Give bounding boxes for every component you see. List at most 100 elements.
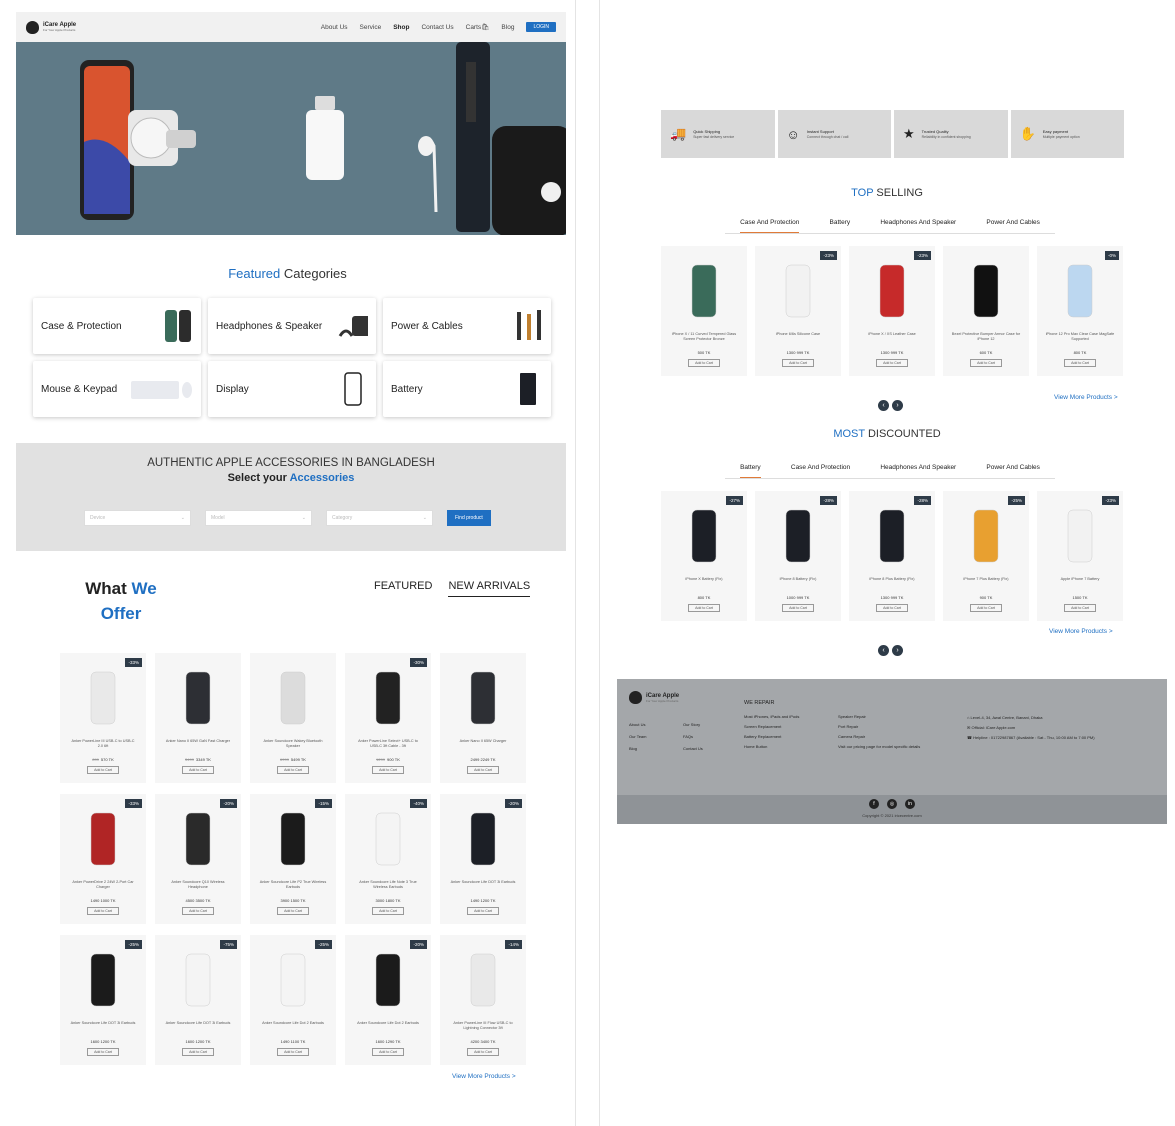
product-card[interactable]: -30% Anker PowerLine Select+ USB-C to USB… [345,653,431,783]
facebook-icon[interactable]: f [869,799,879,809]
nav-contact[interactable]: Contact Us [421,24,453,31]
prev-arrow-icon[interactable]: ‹ [878,645,889,656]
footer-link[interactable]: Our Story [683,719,703,731]
footer-link[interactable]: Screen Replacement [744,722,799,732]
device-select[interactable]: Device ⌄ [84,510,191,526]
product-card[interactable]: -23% iPhone 6/6s Silicone Case 1300 999 TK… [755,246,841,376]
tab-item[interactable]: Case And Protection [791,464,850,478]
product-card[interactable]: -27% iPhone X Battery (Fix) 800 TK Add to C… [661,491,747,621]
add-to-cart-button[interactable]: Add to Cart [87,766,119,774]
add-to-cart-button[interactable]: Add to Cart [372,1048,404,1056]
product-card[interactable]: -15% Anker Soundcore Life P2 True Wireles… [250,794,336,924]
add-to-cart-button[interactable]: Add to Cart [688,359,720,367]
find-product-button[interactable]: Find product [447,510,491,526]
product-card[interactable]: -33% Anker PowerDrive 2 24W 2-Port Car Ch… [60,794,146,924]
product-card[interactable]: iPhone X / 11 Curved Tempered Glass Scre… [661,246,747,376]
product-card[interactable]: Bezel Protective Bumper Armor Case for i… [943,246,1029,376]
tab-item[interactable]: Battery [740,464,761,478]
category-power-cables[interactable]: Power & Cables [383,298,551,354]
next-arrow-icon[interactable]: › [892,400,903,411]
most-discounted-view-more-link[interactable]: View More Products > [1049,628,1113,635]
product-card[interactable]: -28% iPhone 8 Battery (Fix) 1000 999 TK Add… [755,491,841,621]
offer-view-more-link[interactable]: View More Products > [452,1073,516,1080]
add-to-cart-button[interactable]: Add to Cart [87,907,119,915]
add-to-cart-button[interactable]: Add to Cart [467,907,499,915]
product-card[interactable]: -75% Anker Soundcore Life DOT 3i Earbuds 1… [155,935,241,1065]
footer-link[interactable]: Blog [629,743,647,755]
tab-new-arrivals[interactable]: NEW ARRIVALS [448,580,531,597]
category-headphones-speaker[interactable]: Headphones & Speaker [208,298,376,354]
add-to-cart-button[interactable]: Add to Cart [876,604,908,612]
model-select[interactable]: Model ⌄ [205,510,312,526]
footer-link[interactable]: About Us [629,719,647,731]
category-display[interactable]: Display [208,361,376,417]
add-to-cart-button[interactable]: Add to Cart [782,604,814,612]
tab-item[interactable]: Headphones And Speaker [880,219,956,233]
tab-item[interactable]: Case And Protection [740,219,800,233]
tab-item[interactable]: Power And Cables [986,464,1039,478]
top-selling-view-more-link[interactable]: View More Products > [1054,394,1118,401]
product-card[interactable]: -25% iPhone 7 Plus Battery (Fix) 900 TK Add… [943,491,1029,621]
add-to-cart-button[interactable]: Add to Cart [277,1048,309,1056]
add-to-cart-button[interactable]: Add to Cart [688,604,720,612]
product-card[interactable]: Anker Soundcore Wakey Bluetooth Speaker 6… [250,653,336,783]
footer-logo[interactable]: iCare Apple For Your Apple Products [629,691,679,704]
add-to-cart-button[interactable]: Add to Cart [970,359,1002,367]
add-to-cart-button[interactable]: Add to Cart [182,1048,214,1056]
category-mouse-keypad[interactable]: Mouse & Keypad [33,361,201,417]
product-card[interactable]: Anker Nano II 65W Charger 2499 2249 TK Add… [440,653,526,783]
footer-link[interactable]: Most iPhones, iPads and iPods [744,712,799,722]
tab-item[interactable]: Power And Cables [986,219,1039,233]
product-card[interactable]: -20% Anker Soundcore Life Dot 2 Earbuds 16… [345,935,431,1065]
add-to-cart-button[interactable]: Add to Cart [277,766,309,774]
login-button[interactable]: LOGIN [526,22,556,32]
nav-shop[interactable]: Shop [393,24,409,31]
linkedin-icon[interactable]: in [905,799,915,809]
footer-link[interactable]: Contact Us [683,743,703,755]
footer-link[interactable]: Battery Replacement [744,732,799,742]
add-to-cart-button[interactable]: Add to Cart [467,1048,499,1056]
add-to-cart-button[interactable]: Add to Cart [277,907,309,915]
footer-link[interactable]: Port Repair [838,722,920,732]
instagram-icon[interactable]: ◎ [887,799,897,809]
add-to-cart-button[interactable]: Add to Cart [372,907,404,915]
nav-blog[interactable]: Blog [501,24,514,31]
product-card[interactable]: -20% Anker Soundcore Q10 Wireless Headpho… [155,794,241,924]
nav-about[interactable]: About Us [321,24,348,31]
add-to-cart-button[interactable]: Add to Cart [182,907,214,915]
add-to-cart-button[interactable]: Add to Cart [467,766,499,774]
category-select[interactable]: Category ⌄ [326,510,433,526]
add-to-cart-button[interactable]: Add to Cart [782,359,814,367]
add-to-cart-button[interactable]: Add to Cart [372,766,404,774]
add-to-cart-button[interactable]: Add to Cart [1064,359,1096,367]
product-card[interactable]: -20% Anker Soundcore Life DOT 3i Earbuds 1… [440,794,526,924]
category-battery[interactable]: Battery [383,361,551,417]
product-card[interactable]: -33% Anker PowerLine III USB-C to USB-C 2… [60,653,146,783]
prev-arrow-icon[interactable]: ‹ [878,400,889,411]
logo[interactable]: iCare Apple For Your Apple Products [26,20,76,34]
footer-link[interactable]: Speaker Repair [838,712,920,722]
nav-carts[interactable]: Carts🛍 [466,23,490,31]
footer-link[interactable]: Camera Repair [838,732,920,742]
next-arrow-icon[interactable]: › [892,645,903,656]
add-to-cart-button[interactable]: Add to Cart [87,1048,119,1056]
product-card[interactable]: -14% Anker PowerLine III Flow USB-C to Li… [440,935,526,1065]
category-case-protection[interactable]: Case & Protection [33,298,201,354]
tab-item[interactable]: Battery [830,219,851,233]
product-card[interactable]: -23% Apple iPhone 7 Battery 1500 TK Add to … [1037,491,1123,621]
footer-link[interactable]: Our Team [629,731,647,743]
footer-link[interactable]: Home Button [744,742,799,752]
nav-service[interactable]: Service [360,24,382,31]
footer-link[interactable]: FAQs [683,731,703,743]
product-card[interactable]: -0% iPhone 12 Pro Max Clear Case MagSafe … [1037,246,1123,376]
product-card[interactable]: Anker Nano II 65W GaN Fast Charger 3499 33… [155,653,241,783]
footer-link[interactable]: Visit our pricing page for model specifi… [838,742,920,752]
product-card[interactable]: -25% Anker Soundcore Life Dot 2 Earbuds 14… [250,935,336,1065]
product-card[interactable]: -28% iPhone 8 Plus Battery (Fix) 1300 999 … [849,491,935,621]
product-card[interactable]: -40% Anker Soundcore Life Note 3 True Wir… [345,794,431,924]
tab-featured[interactable]: FEATURED [374,580,432,597]
add-to-cart-button[interactable]: Add to Cart [1064,604,1096,612]
product-card[interactable]: -25% Anker Soundcore Life DOT 3i Earbuds 1… [60,935,146,1065]
product-card[interactable]: -23% iPhone X / XS Leather Case 1300 999 T… [849,246,935,376]
tab-item[interactable]: Headphones And Speaker [880,464,956,478]
